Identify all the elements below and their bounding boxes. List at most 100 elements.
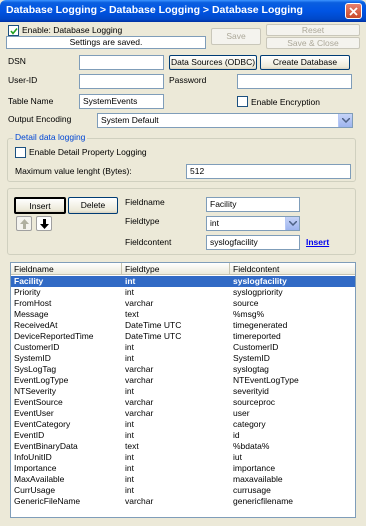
table-row[interactable]: EventID int id bbox=[11, 430, 355, 441]
fieldcontent-input[interactable]: syslogfacility bbox=[206, 235, 300, 250]
cell-fieldtype: varchar bbox=[125, 496, 154, 506]
table-row[interactable]: Facility int syslogfacility bbox=[11, 276, 355, 287]
cell-fieldtype: varchar bbox=[125, 397, 154, 407]
cell-fieldtype: varchar bbox=[125, 364, 154, 374]
cell-fieldcontent: %bdata% bbox=[233, 441, 270, 451]
table-row[interactable]: MaxAvailable int maxavailable bbox=[11, 474, 355, 485]
cell-fieldname: EventCategory bbox=[14, 419, 71, 429]
table-row[interactable]: Importance int importance bbox=[11, 463, 355, 474]
cell-fieldcontent: syslogpriority bbox=[233, 287, 283, 297]
column-header-fieldtype[interactable]: Fieldtype bbox=[122, 263, 230, 275]
output-encoding-select[interactable]: System Default bbox=[97, 113, 353, 128]
output-encoding-value: System Default bbox=[101, 115, 159, 125]
cell-fieldcontent: syslogfacility bbox=[233, 276, 287, 286]
cell-fieldtype: int bbox=[125, 463, 134, 473]
cell-fieldname: Facility bbox=[14, 276, 44, 286]
dsn-input[interactable] bbox=[79, 55, 164, 70]
table-row[interactable]: Priority int syslogpriority bbox=[11, 287, 355, 298]
dropdown-button[interactable] bbox=[338, 114, 352, 127]
fieldname-input[interactable]: Facility bbox=[206, 197, 300, 212]
cell-fieldcontent: source bbox=[233, 298, 259, 308]
table-row[interactable]: Message text %msg% bbox=[11, 309, 355, 320]
table-row[interactable]: FromHost varchar source bbox=[11, 298, 355, 309]
dropdown-button[interactable] bbox=[285, 217, 299, 230]
cell-fieldcontent: id bbox=[233, 430, 240, 440]
cell-fieldtype: DateTime UTC bbox=[125, 331, 182, 341]
cell-fieldname: DeviceReportedTime bbox=[14, 331, 94, 341]
cell-fieldcontent: CustomerID bbox=[233, 342, 279, 352]
cell-fieldname: Priority bbox=[14, 287, 41, 297]
column-header-fieldname[interactable]: Fieldname bbox=[11, 263, 122, 275]
cell-fieldtype: int bbox=[125, 419, 134, 429]
max-value-length-input[interactable]: 512 bbox=[186, 164, 351, 179]
cell-fieldcontent: currusage bbox=[233, 485, 271, 495]
cell-fieldname: SysLogTag bbox=[14, 364, 57, 374]
data-sources-odbc-button[interactable]: Data Sources (ODBC) bbox=[169, 55, 257, 70]
table-row[interactable]: CurrUsage int currusage bbox=[11, 485, 355, 496]
cell-fieldtype: int bbox=[125, 430, 134, 440]
enable-database-logging-label: Enable: Database Logging bbox=[22, 25, 123, 35]
table-row[interactable]: ReceivedAt DateTime UTC timegenerated bbox=[11, 320, 355, 331]
close-icon bbox=[349, 7, 358, 16]
arrow-up-icon bbox=[20, 219, 29, 229]
move-down-button[interactable] bbox=[36, 216, 52, 231]
cell-fieldname: Message bbox=[14, 309, 49, 319]
table-row[interactable]: NTSeverity int severityid bbox=[11, 386, 355, 397]
table-row[interactable]: DeviceReportedTime DateTime UTC timereport… bbox=[11, 331, 355, 342]
enable-database-logging-checkbox[interactable] bbox=[8, 25, 19, 36]
table-row[interactable]: CustomerID int CustomerID bbox=[11, 342, 355, 353]
fieldtype-select[interactable]: int bbox=[206, 216, 300, 231]
table-row[interactable]: InfoUnitID int iut bbox=[11, 452, 355, 463]
create-database-button[interactable]: Create Database bbox=[260, 55, 350, 70]
cell-fieldname: EventLogType bbox=[14, 375, 69, 385]
password-label: Password bbox=[169, 75, 207, 85]
enable-encryption-label: Enable Encryption bbox=[251, 97, 320, 107]
cell-fieldtype: int bbox=[125, 386, 134, 396]
move-up-button[interactable] bbox=[16, 216, 32, 231]
insert-field-button[interactable]: Insert bbox=[14, 197, 66, 214]
cell-fieldtype: text bbox=[125, 441, 139, 451]
insert-field-content-link[interactable]: Insert bbox=[306, 237, 329, 247]
checkmark-icon bbox=[10, 28, 18, 35]
table-row[interactable]: EventSource varchar sourceproc bbox=[11, 397, 355, 408]
table-row[interactable]: EventLogType varchar NTEventLogType bbox=[11, 375, 355, 386]
window-title: Database Logging > Database Logging > Da… bbox=[6, 4, 303, 16]
cell-fieldname: EventSource bbox=[14, 397, 63, 407]
enable-encryption-checkbox[interactable] bbox=[237, 96, 248, 107]
table-row[interactable]: EventCategory int category bbox=[11, 419, 355, 430]
delete-field-button[interactable]: Delete bbox=[68, 197, 118, 214]
fields-table-header: Fieldname Fieldtype Fieldcontent bbox=[11, 263, 355, 275]
chevron-down-icon bbox=[289, 221, 297, 226]
cell-fieldtype: int bbox=[125, 276, 136, 286]
table-row[interactable]: EventUser varchar user bbox=[11, 408, 355, 419]
column-header-fieldcontent[interactable]: Fieldcontent bbox=[230, 263, 355, 275]
cell-fieldname: EventID bbox=[14, 430, 45, 440]
password-input[interactable] bbox=[237, 74, 352, 89]
close-button[interactable] bbox=[345, 3, 362, 19]
userid-input[interactable] bbox=[79, 74, 164, 89]
reset-button[interactable]: Reset bbox=[266, 24, 360, 36]
cell-fieldtype: int bbox=[125, 485, 134, 495]
cell-fieldname: EventUser bbox=[14, 408, 54, 418]
title-bar[interactable]: Database Logging > Database Logging > Da… bbox=[0, 0, 366, 22]
fields-table[interactable]: Fieldname Fieldtype Fieldcontent Facilit… bbox=[10, 262, 356, 518]
save-and-close-button[interactable]: Save & Close bbox=[266, 37, 360, 49]
output-encoding-label: Output Encoding bbox=[8, 114, 72, 124]
cell-fieldcontent: category bbox=[233, 419, 266, 429]
fieldtype-label: Fieldtype bbox=[125, 216, 160, 226]
table-row[interactable]: EventBinaryData text %bdata% bbox=[11, 441, 355, 452]
cell-fieldname: NTSeverity bbox=[14, 386, 57, 396]
enable-detail-property-logging-checkbox[interactable] bbox=[15, 147, 26, 158]
database-logging-window: Database Logging > Database Logging > Da… bbox=[0, 0, 366, 526]
table-row[interactable]: GenericFileName varchar genericfilename bbox=[11, 496, 355, 507]
cell-fieldtype: int bbox=[125, 287, 134, 297]
cell-fieldcontent: sourceproc bbox=[233, 397, 276, 407]
table-row[interactable]: SystemID int SystemID bbox=[11, 353, 355, 364]
cell-fieldcontent: timereported bbox=[233, 331, 281, 341]
cell-fieldcontent: user bbox=[233, 408, 250, 418]
cell-fieldname: CurrUsage bbox=[14, 485, 56, 495]
max-value-length-label: Maximum value lenght (Bytes): bbox=[15, 166, 132, 176]
save-button[interactable]: Save bbox=[211, 28, 261, 45]
table-name-input[interactable]: SystemEvents bbox=[79, 94, 164, 109]
table-row[interactable]: SysLogTag varchar syslogtag bbox=[11, 364, 355, 375]
